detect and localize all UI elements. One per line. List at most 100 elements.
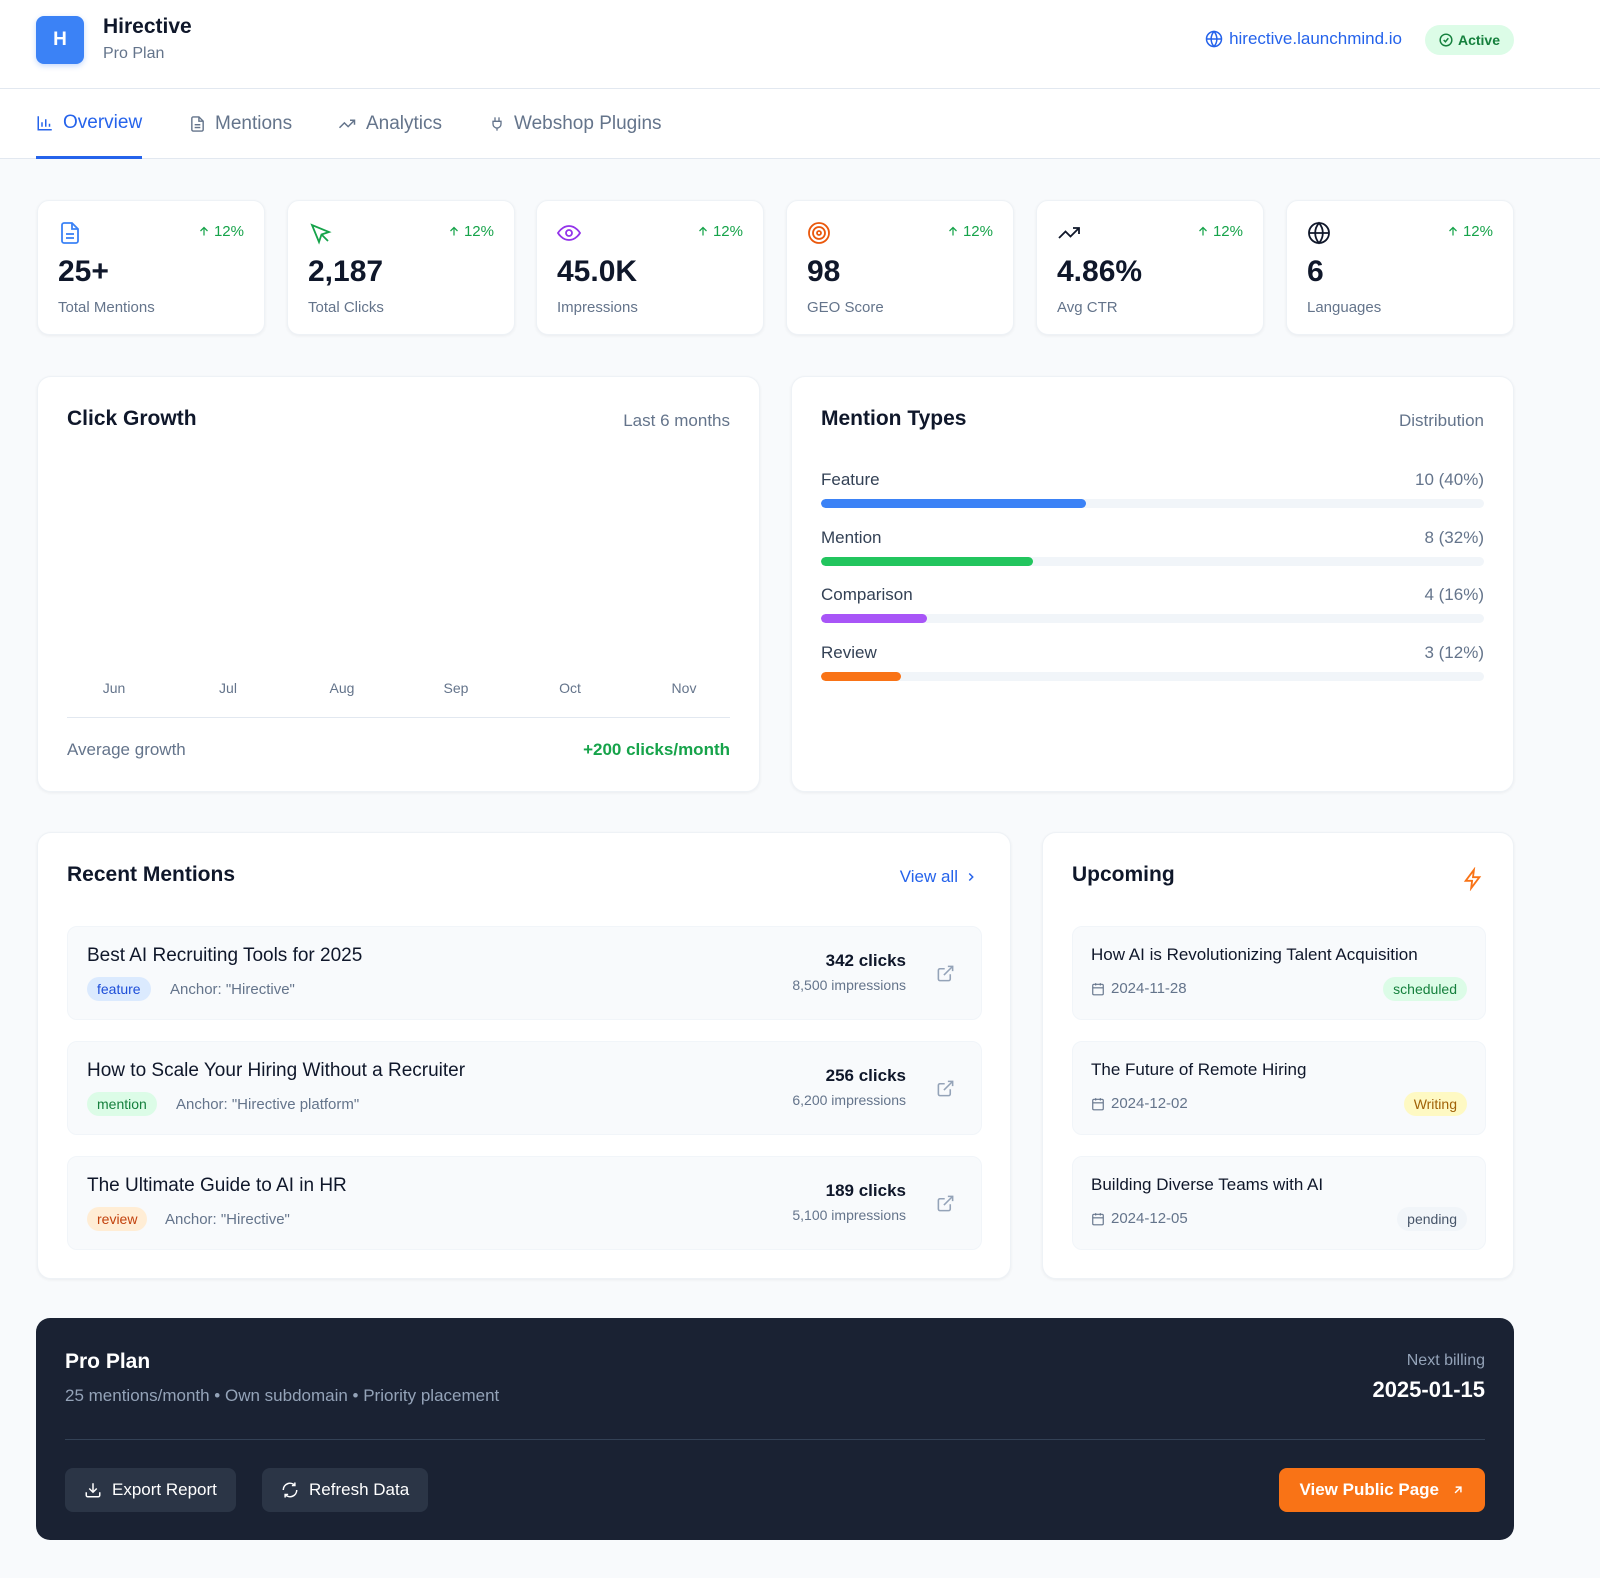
mention-clicks: 256 clicks — [825, 1066, 906, 1085]
upcoming-date-text: 2024-11-28 — [1111, 980, 1187, 997]
distribution-name: Mention — [821, 527, 882, 547]
view-all-link[interactable]: View all — [900, 867, 978, 887]
upcoming-date-text: 2024-12-05 — [1111, 1210, 1188, 1227]
chevron-right-icon — [968, 872, 974, 882]
distribution-track — [821, 614, 1484, 623]
panel-title: Upcoming — [1072, 863, 1175, 886]
divider — [65, 1439, 1485, 1440]
panel-subtitle: Distribution — [1398, 411, 1484, 430]
export-report-button[interactable]: Export Report — [65, 1468, 236, 1512]
mention-impressions: 6,200 impressions — [792, 1092, 906, 1108]
brand-block: Hirective Pro Plan — [103, 14, 192, 64]
distribution-count: 4 (16%) — [1424, 585, 1484, 604]
arrow-up-icon — [1199, 226, 1207, 236]
trend-text: 12% — [1462, 223, 1493, 240]
distribution-count: 3 (12%) — [1424, 642, 1484, 662]
trend-badge: 12% — [947, 223, 993, 240]
mention-title: Best AI Recruiting Tools for 2025 — [87, 945, 363, 966]
external-link-icon[interactable] — [936, 964, 955, 983]
distribution-name: Feature — [821, 470, 880, 489]
plug-icon — [492, 117, 502, 131]
upcoming-title: The Future of Remote Hiring — [1091, 1060, 1307, 1079]
mention-clicks: 342 clicks — [825, 951, 906, 970]
brand-logo: H — [36, 16, 84, 64]
upcoming-date-text: 2024-12-02 — [1111, 1095, 1188, 1112]
stat-value: 2,187 — [308, 255, 384, 288]
mention-list-item[interactable]: The Ultimate Guide to AI in HR review Anch… — [67, 1156, 982, 1250]
bar-chart-icon — [37, 115, 52, 130]
stat-card-geo-score: 12% 98 GEO Score — [786, 200, 1014, 335]
upcoming-panel: Upcoming How AI is Revolutionizing Talen… — [1042, 832, 1514, 1279]
trend-badge: 12% — [448, 223, 494, 240]
stat-card-avg-ctr: 12% 4.86% Avg CTR — [1036, 200, 1264, 335]
distribution-count: 8 (32%) — [1424, 527, 1484, 547]
month-label: Jul — [219, 680, 237, 696]
arrow-up-icon — [200, 226, 208, 236]
distribution-row: Comparison 4 (16%) — [821, 585, 1484, 635]
mention-list-item[interactable]: Best AI Recruiting Tools for 2025 feature… — [67, 926, 982, 1020]
plan-features: 25 mentions/month • Own subdomain • Prio… — [65, 1386, 500, 1405]
target-icon — [808, 222, 830, 244]
tab-mentions[interactable]: Mentions — [189, 89, 292, 159]
tab-analytics[interactable]: Analytics — [337, 89, 442, 159]
brand-plan: Pro Plan — [103, 45, 165, 62]
upcoming-list-item[interactable]: Building Diverse Teams with AI 2024-12-05… — [1072, 1156, 1486, 1250]
external-link-icon[interactable] — [936, 1194, 955, 1213]
distribution-bar-fill — [821, 671, 901, 681]
arrow-up-right-icon — [1454, 1486, 1462, 1494]
calendar-icon — [1092, 982, 1104, 995]
tab-webshop-plugins-label: Webshop Plugins — [514, 113, 662, 134]
stat-label: Total Clicks — [308, 299, 384, 316]
stat-label: Total Mentions — [58, 299, 155, 316]
document-icon — [61, 222, 79, 244]
plan-title: Pro Plan — [65, 1350, 151, 1373]
mention-type-tag: review — [87, 1207, 148, 1231]
average-growth-value: +200 clicks/month — [583, 740, 730, 759]
trend-text: 12% — [712, 223, 743, 240]
trend-badge: 12% — [697, 223, 743, 240]
panel-title: Mention Types — [821, 407, 967, 430]
stat-card-total-mentions: 12% 25+ Total Mentions — [37, 200, 265, 335]
document-icon — [191, 116, 204, 132]
month-label: Sep — [443, 680, 469, 696]
upcoming-title: Building Diverse Teams with AI — [1091, 1175, 1324, 1194]
upcoming-list-item[interactable]: How AI is Revolutionizing Talent Acquisi… — [1072, 926, 1486, 1020]
upcoming-list-item[interactable]: The Future of Remote Hiring 2024-12-02 Wri… — [1072, 1041, 1486, 1135]
distribution-name: Comparison — [821, 585, 913, 604]
domain-link[interactable]: hirective.launchmind.io — [1205, 29, 1402, 49]
mention-title: How to Scale Your Hiring Without a Recru… — [87, 1060, 466, 1081]
trending-up-icon — [1058, 227, 1080, 239]
stat-label: GEO Score — [807, 299, 884, 316]
panel-title: Click Growth — [67, 407, 197, 430]
mention-anchor: Anchor: "Hirective" — [165, 1211, 290, 1228]
upcoming-status-badge: Writing — [1403, 1092, 1467, 1116]
refresh-data-button[interactable]: Refresh Data — [262, 1468, 429, 1512]
tab-analytics-label: Analytics — [366, 113, 443, 134]
trend-text: 12% — [463, 223, 494, 240]
mention-title: The Ultimate Guide to AI in HR — [87, 1175, 347, 1196]
eye-icon — [557, 225, 581, 241]
mention-list-item[interactable]: How to Scale Your Hiring Without a Recru… — [67, 1041, 982, 1135]
refresh-icon — [282, 1482, 298, 1498]
trend-badge: 12% — [1447, 223, 1493, 240]
globe-icon — [1308, 221, 1330, 245]
next-billing-label: Next billing — [1406, 1352, 1485, 1369]
stat-label: Avg CTR — [1057, 299, 1118, 316]
tab-overview[interactable]: Overview — [36, 89, 143, 159]
distribution-bar-fill — [821, 556, 1034, 566]
distribution-bar-fill — [821, 499, 1087, 508]
distribution-row: Mention 8 (32%) — [821, 528, 1484, 578]
arrow-up-icon — [1449, 226, 1457, 236]
month-label: Oct — [559, 680, 581, 696]
tab-webshop-plugins[interactable]: Webshop Plugins — [489, 89, 662, 159]
month-label: Aug — [329, 680, 355, 696]
trend-badge: 12% — [1197, 223, 1243, 240]
trend-text: 12% — [213, 223, 244, 240]
divider — [67, 717, 730, 718]
recent-mentions-panel: Recent Mentions View all Best AI Recruit… — [37, 832, 1011, 1279]
trending-up-icon — [338, 119, 356, 129]
external-link-icon[interactable] — [936, 1079, 955, 1098]
mention-anchor: Anchor: "Hirective platform" — [176, 1096, 360, 1113]
view-public-page-button[interactable]: View Public Page — [1279, 1468, 1485, 1512]
status-text: Active — [1457, 32, 1500, 48]
